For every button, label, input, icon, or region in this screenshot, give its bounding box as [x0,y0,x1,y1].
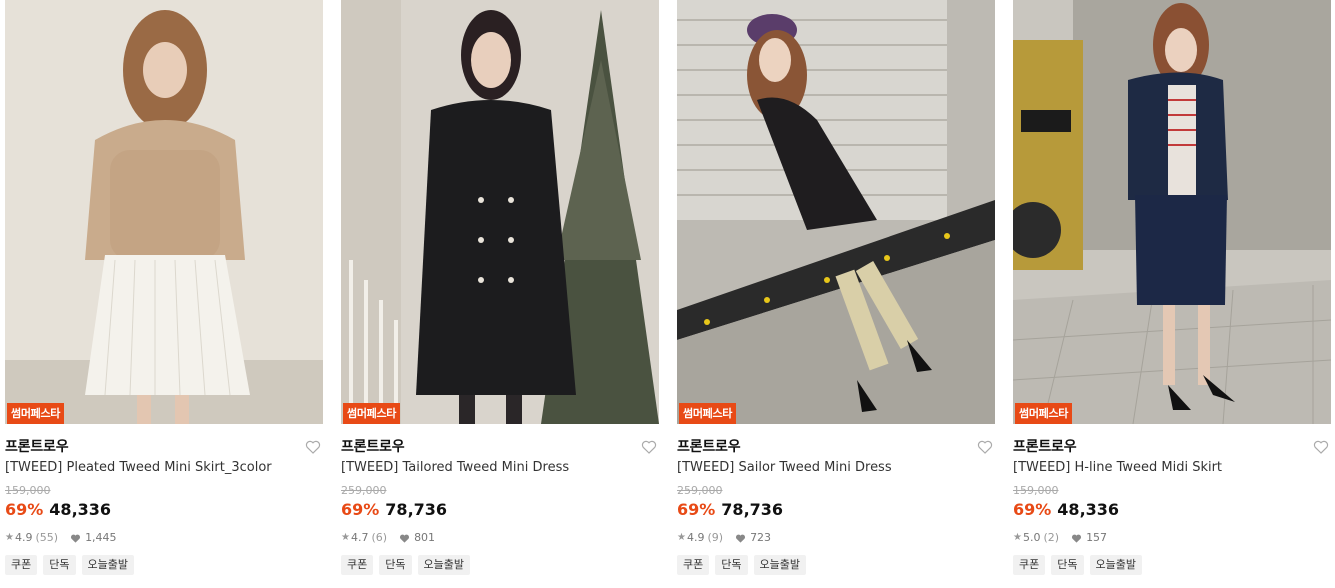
rating-value: 4.9 [686,531,705,544]
product-photo-midi-skirt [1013,0,1331,424]
heart-filled-icon [399,533,410,544]
product-image[interactable]: 썸머페스타 [677,0,995,424]
promo-badge: 썸머페스타 [679,403,737,424]
rating-value: 4.7 [350,531,369,544]
wishlist-heart-icon[interactable] [641,439,657,455]
tag-ships-today: 오늘출발 [81,555,134,575]
discount-rate: 69% [677,500,716,519]
tag-ships-today: 오늘출발 [417,555,470,575]
star-icon: ★ [1013,532,1022,543]
rating-value: 4.9 [14,531,33,544]
product-photo-sailor-dress [677,0,995,424]
star-icon: ★ [341,532,350,543]
tag-list: 쿠폰 단독 오늘출발 [677,555,995,575]
sale-price: 48,336 [1057,500,1120,519]
like-count: 723 [750,531,772,544]
like-count: 157 [1086,531,1108,544]
sale-price: 78,736 [385,500,448,519]
product-image[interactable]: 썸머페스타 [341,0,659,424]
original-price: 159,000 [5,484,51,497]
sale-price: 48,336 [49,500,112,519]
tag-ships-today: 오늘출발 [753,555,806,575]
tag-list: 쿠폰 단독 오늘출발 [341,555,659,575]
tag-coupon: 쿠폰 [341,555,374,575]
tag-coupon: 쿠폰 [5,555,38,575]
product-card[interactable]: 썸머페스타 프론트로우 [TWEED] H-line Tweed Midi Sk… [1013,0,1331,588]
heart-filled-icon [1071,533,1082,544]
tag-list: 쿠폰 단독 오늘출발 [5,555,323,575]
brand-name[interactable]: 프론트로우 [677,437,995,457]
rating-value: 5.0 [1022,531,1041,544]
like-count: 1,445 [85,531,117,544]
product-card[interactable]: 썸머페스타 프론트로우 [TWEED] Pleated Tweed Mini S… [5,0,323,588]
brand-name[interactable]: 프론트로우 [5,437,323,457]
discount-rate: 69% [341,500,380,519]
product-title[interactable]: [TWEED] Pleated Tweed Mini Skirt_3color [5,459,323,477]
review-count: (55) [35,531,59,544]
product-title[interactable]: [TWEED] H-line Tweed Midi Skirt [1013,459,1331,477]
tag-list: 쿠폰 단독 오늘출발 [1013,555,1331,575]
review-count: (9) [707,531,724,544]
original-price: 259,000 [341,484,387,497]
review-count: (6) [371,531,388,544]
product-photo-skirt [5,0,323,424]
discount-rate: 69% [1013,500,1052,519]
wishlist-heart-icon[interactable] [305,439,321,455]
star-icon: ★ [677,532,686,543]
product-stats: ★ 4.7 (6) 801 [341,531,659,545]
product-photo-dress [341,0,659,424]
heart-filled-icon [735,533,746,544]
tag-exclusive: 단독 [715,555,748,575]
brand-name[interactable]: 프론트로우 [1013,437,1331,457]
tag-coupon: 쿠폰 [1013,555,1046,575]
brand-name[interactable]: 프론트로우 [341,437,659,457]
product-title[interactable]: [TWEED] Tailored Tweed Mini Dress [341,459,659,477]
promo-badge: 썸머페스타 [7,403,65,424]
heart-filled-icon [70,533,81,544]
product-stats: ★ 5.0 (2) 157 [1013,531,1331,545]
discount-rate: 69% [5,500,44,519]
product-stats: ★ 4.9 (9) 723 [677,531,995,545]
original-price: 259,000 [677,484,723,497]
product-image[interactable]: 썸머페스타 [5,0,323,424]
tag-exclusive: 단독 [43,555,76,575]
wishlist-heart-icon[interactable] [1313,439,1329,455]
review-count: (2) [1043,531,1060,544]
promo-badge: 썸머페스타 [343,403,401,424]
star-icon: ★ [5,532,14,543]
tag-coupon: 쿠폰 [677,555,710,575]
tag-exclusive: 단독 [379,555,412,575]
promo-badge: 썸머페스타 [1015,403,1073,424]
product-stats: ★ 4.9 (55) 1,445 [5,531,323,545]
product-title[interactable]: [TWEED] Sailor Tweed Mini Dress [677,459,995,477]
product-image[interactable]: 썸머페스타 [1013,0,1331,424]
product-grid: 썸머페스타 프론트로우 [TWEED] Pleated Tweed Mini S… [0,0,1335,588]
product-card[interactable]: 썸머페스타 프론트로우 [TWEED] Sailor Tweed Mini Dr… [677,0,995,588]
like-count: 801 [414,531,436,544]
sale-price: 78,736 [721,500,784,519]
tag-ships-today: 오늘출발 [1089,555,1142,575]
tag-exclusive: 단독 [1051,555,1084,575]
product-card[interactable]: 썸머페스타 프론트로우 [TWEED] Tailored Tweed Mini … [341,0,659,588]
original-price: 159,000 [1013,484,1059,497]
wishlist-heart-icon[interactable] [977,439,993,455]
